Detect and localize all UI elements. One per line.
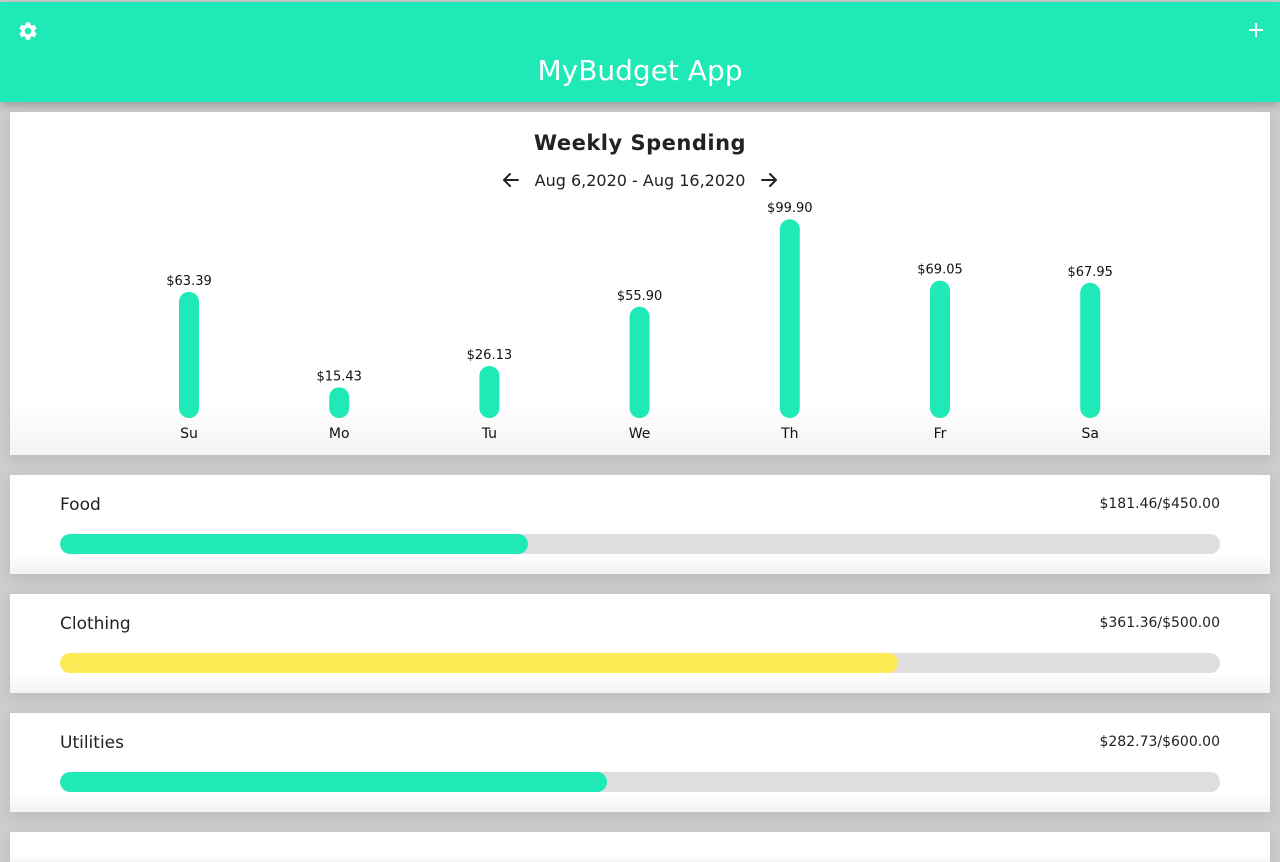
budget-card-food[interactable]: Food $181.46/$450.00 xyxy=(10,475,1270,574)
budget-progress-fill xyxy=(60,534,528,554)
budget-amount: $361.36/$500.00 xyxy=(1099,615,1220,631)
app-title: MyBudget App xyxy=(537,54,743,87)
chart-day-label: Fr xyxy=(934,426,947,442)
budget-amount: $181.46/$450.00 xyxy=(1099,496,1220,512)
chart-day-label: Mo xyxy=(329,426,350,442)
chart-day-label: Su xyxy=(180,426,198,442)
chart-day-label: Sa xyxy=(1081,426,1098,442)
gear-icon[interactable] xyxy=(17,20,39,42)
plus-icon[interactable] xyxy=(1246,20,1266,40)
chart-bar-tu[interactable] xyxy=(479,366,500,418)
budget-category: Clothing xyxy=(60,614,131,634)
chart-bar-fr[interactable] xyxy=(930,280,950,418)
chart-bar-su[interactable] xyxy=(179,291,199,418)
budget-progress-track xyxy=(60,772,1220,792)
budget-progress-fill xyxy=(60,772,607,792)
chart-day-label: Th xyxy=(780,426,798,442)
chart-bar-mo[interactable] xyxy=(329,387,350,418)
budget-amount: $282.73/$600.00 xyxy=(1099,734,1220,750)
budget-card-partial[interactable] xyxy=(10,832,1270,862)
chart-value-label: $63.39 xyxy=(166,274,212,289)
budget-progress-track xyxy=(60,653,1220,673)
chart-bar-we[interactable] xyxy=(629,306,650,418)
chart-value-label: $55.90 xyxy=(617,289,663,304)
app-header: MyBudget App xyxy=(0,2,1280,102)
budget-progress-fill xyxy=(60,653,899,673)
chart-day-label: Tu xyxy=(481,426,497,442)
chart-bar-th[interactable] xyxy=(779,219,800,418)
chart-value-label: $15.43 xyxy=(316,369,362,384)
chart-value-label: $26.13 xyxy=(467,348,513,363)
weekly-spending-chart: $63.39 Su $15.43 Mo $26.13 Tu $55.90 We $99.90 Th… xyxy=(166,201,1113,442)
chart-value-label: $67.95 xyxy=(1067,265,1113,280)
chart-day-label: We xyxy=(629,426,651,442)
budget-card-clothing[interactable]: Clothing $361.36/$500.00 xyxy=(10,594,1270,693)
chart-value-label: $99.90 xyxy=(767,201,813,216)
budget-progress-track xyxy=(60,534,1220,554)
budget-card-utilities[interactable]: Utilities $282.73/$600.00 xyxy=(10,713,1270,812)
weekly-spending-card: Weekly Spending Aug 6,2020 - Aug 16,2020… xyxy=(10,112,1270,455)
chart-value-label: $69.05 xyxy=(917,263,963,278)
budget-category: Food xyxy=(60,495,101,515)
chart-bar-sa[interactable] xyxy=(1080,282,1101,418)
budget-category: Utilities xyxy=(60,733,124,753)
